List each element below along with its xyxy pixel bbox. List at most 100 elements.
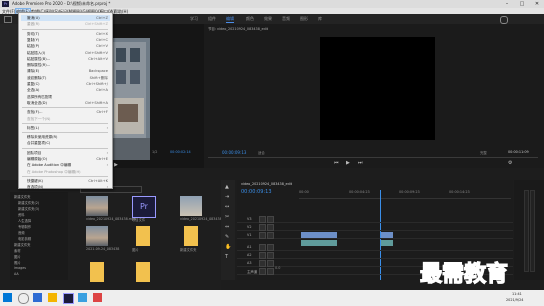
program-play-icon[interactable]: ▶ — [346, 160, 350, 166]
source-play-icon[interactable]: ▶ — [114, 162, 118, 168]
selection-tool-icon[interactable]: ▲ — [225, 184, 229, 190]
timeline-track[interactable]: V3 — [237, 216, 513, 223]
step-forward-icon[interactable]: ⏭ — [358, 160, 363, 166]
search-icon[interactable] — [500, 16, 508, 24]
hand-tool-icon[interactable]: ✋ — [225, 244, 231, 250]
app-icon[interactable] — [93, 293, 102, 302]
minimize-button[interactable]: – — [500, 0, 514, 8]
workspace-effects[interactable]: 效果 — [264, 16, 272, 22]
razor-tool-icon[interactable]: ✂ — [225, 214, 229, 220]
timeline-track[interactable]: V2 — [237, 224, 513, 231]
track-lock-icon[interactable] — [259, 232, 266, 239]
browser-icon[interactable] — [78, 293, 87, 302]
track-toggle-icon[interactable] — [267, 224, 274, 231]
workspace-libraries[interactable]: 库 — [318, 16, 322, 22]
edit-menu-item[interactable]: 剪切(T) Ctrl+X — [21, 31, 110, 37]
folder-tree-item[interactable]: 资料 — [18, 212, 25, 217]
file-explorer-icon[interactable] — [48, 293, 57, 302]
edit-menu-item[interactable]: 团队项目 › — [21, 150, 110, 156]
track-toggle-icon[interactable] — [267, 216, 274, 223]
track-lock-icon[interactable] — [259, 216, 266, 223]
premiere-project-icon[interactable]: Pr — [132, 196, 156, 218]
folder-tree-item[interactable]: 音频 — [18, 230, 25, 235]
program-quality[interactable]: 完整 — [480, 150, 487, 155]
edit-menu-item[interactable]: 复制(Y) Ctrl+C — [21, 37, 110, 43]
program-scrubber[interactable] — [208, 157, 538, 158]
program-fit[interactable]: 适合 — [258, 150, 265, 155]
folder-tree-item[interactable]: 照片 — [14, 260, 21, 265]
windows-start-icon[interactable] — [3, 293, 12, 302]
edit-menu-item[interactable]: 移除未使用资源(R) — [21, 134, 110, 140]
task-view-icon[interactable] — [33, 293, 42, 302]
track-toggle-icon[interactable] — [267, 268, 274, 275]
audio-clip[interactable] — [301, 240, 337, 246]
timeline-ruler[interactable]: 00:00 00:00:04:23 00:00:09:23 00:00:14:2… — [299, 190, 511, 199]
edit-menu-item[interactable]: 重复(C) Ctrl+Shift+/ — [21, 81, 110, 87]
edit-menu-item[interactable]: 快捷键(K) Ctrl+Alt+K — [21, 178, 110, 184]
slip-tool-icon[interactable]: ⇔ — [225, 224, 229, 230]
video-thumbnail[interactable] — [86, 226, 108, 246]
track-toggle-icon[interactable] — [267, 232, 274, 239]
folder-tree-item[interactable]: 新建文件夹 — [14, 194, 30, 199]
edit-menu-item[interactable]: 撤消(U) Ctrl+Z — [21, 15, 110, 21]
edit-menu-item[interactable]: 标签(L) › — [21, 125, 110, 131]
track-lock-icon[interactable] — [259, 268, 266, 275]
folder-tree-item[interactable]: 电影剪辑 — [18, 236, 31, 241]
folder-icon[interactable] — [136, 262, 150, 282]
track-toggle-icon[interactable] — [267, 252, 274, 259]
video-clip[interactable] — [381, 232, 393, 238]
timeline-tab[interactable]: video_20210924_083438_edit — [241, 182, 292, 186]
folder-icon[interactable] — [136, 226, 150, 246]
edit-menu-item[interactable]: 取消全选(D) Ctrl+Shift+A — [21, 100, 110, 106]
maximize-button[interactable]: □ — [515, 0, 529, 8]
edit-menu-item[interactable]: 合并重复项(C) — [21, 140, 110, 146]
folder-tree-item[interactable]: 新建文件夹 — [14, 242, 30, 247]
track-lock-icon[interactable] — [259, 252, 266, 259]
edit-menu-item[interactable]: 在 Adobe Audition 中编辑 › — [21, 162, 110, 168]
type-tool-icon[interactable]: T — [225, 254, 228, 260]
folder-icon[interactable] — [184, 226, 198, 246]
edit-menu-item[interactable]: 粘贴(P) Ctrl+V — [21, 43, 110, 49]
edit-menu-item[interactable]: 粘贴属性(B)... Ctrl+Alt+V — [21, 56, 110, 62]
timeline-track[interactable]: A1 — [237, 244, 513, 251]
edit-menu-item[interactable]: 清除(E) Backspace — [21, 68, 110, 74]
edit-menu-item[interactable]: 删除属性(R)... — [21, 62, 110, 68]
folder-tree-item[interactable]: 图片 — [14, 254, 21, 259]
edit-menu-item[interactable]: 首选项(N) › — [21, 184, 110, 190]
video-thumbnail[interactable] — [86, 196, 108, 216]
track-lock-icon[interactable] — [259, 260, 266, 267]
folder-tree-item[interactable]: 新建文件夹(3) — [18, 206, 39, 211]
workspace-graphics[interactable]: 图形 — [300, 16, 308, 22]
folder-tree-item[interactable]: images — [14, 266, 26, 270]
folder-tree-item[interactable]: AA — [14, 272, 19, 276]
source-zoom[interactable]: 1/2 — [152, 150, 157, 154]
edit-menu-item[interactable]: 全选(A) Ctrl+A — [21, 87, 110, 93]
folder-icon[interactable] — [90, 262, 104, 282]
track-lock-icon[interactable] — [259, 224, 266, 231]
track-toggle-icon[interactable] — [267, 260, 274, 267]
folder-tree-item[interactable]: 专辑制作 — [18, 224, 31, 229]
workspace-learn[interactable]: 学习 — [190, 16, 198, 22]
track-select-icon[interactable]: ⇥ — [225, 194, 229, 200]
home-icon[interactable] — [4, 16, 12, 23]
folder-tree-item[interactable]: 人生选择 — [18, 218, 31, 223]
step-back-icon[interactable]: ⏮ — [334, 160, 339, 166]
settings-icon[interactable]: ⚙ — [508, 160, 512, 166]
workspace-editing[interactable]: 编辑 — [226, 16, 234, 23]
timeline-track[interactable]: V1 — [237, 232, 513, 239]
sequence-thumbnail[interactable] — [180, 196, 202, 216]
edit-menu-item[interactable]: 查找(F)... Ctrl+F — [21, 109, 110, 115]
workspace-color[interactable]: 颜色 — [246, 16, 254, 22]
master-value[interactable]: 0.0 — [275, 266, 280, 270]
edit-menu-item[interactable]: 波纹删除(T) Shift+删除 — [21, 75, 110, 81]
audio-clip[interactable] — [381, 240, 393, 246]
premiere-taskbar-icon[interactable] — [63, 293, 74, 304]
program-tab[interactable]: 节目: video_20210924_083438_edit — [208, 26, 268, 31]
close-button[interactable]: ✕ — [530, 0, 544, 8]
edit-menu-item[interactable]: 粘贴插入(I) Ctrl+Shift+V — [21, 50, 110, 56]
track-toggle-icon[interactable] — [267, 244, 274, 251]
workspace-assembly[interactable]: 组件 — [208, 16, 216, 22]
folder-tree-item[interactable]: 素材 — [14, 248, 21, 253]
video-clip[interactable] — [301, 232, 337, 238]
edit-menu-item[interactable]: 选择所有匹配项 — [21, 94, 110, 100]
